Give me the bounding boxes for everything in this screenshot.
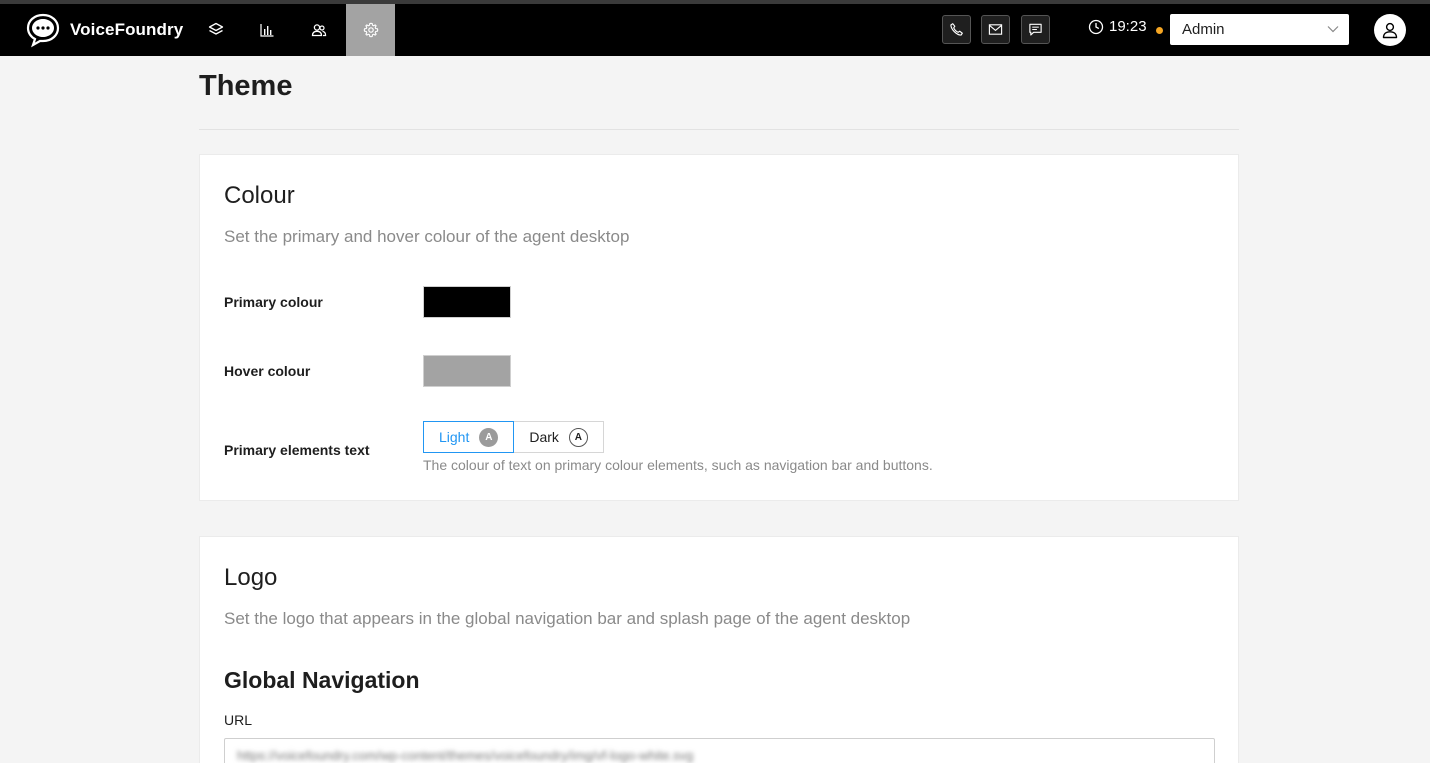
nav-item-settings[interactable]	[346, 4, 395, 56]
text-colour-hint: The colour of text on primary colour ele…	[423, 457, 933, 473]
status-indicator	[1156, 27, 1163, 34]
logo-url-input[interactable]: https://voicefoundry.com/wp-content/them…	[224, 738, 1215, 763]
phone-icon	[950, 23, 963, 36]
app-window: VoiceFoundry 19:23 Admin Theme Colour Se…	[0, 0, 1430, 763]
dark-option-button[interactable]: Dark A	[514, 421, 604, 453]
layers-icon	[208, 22, 223, 35]
nav-item-users[interactable]	[294, 4, 343, 56]
clock-time: 19:23	[1109, 18, 1147, 35]
nav-item-queues[interactable]	[191, 4, 240, 56]
title-divider	[199, 129, 1239, 130]
email-button[interactable]	[981, 15, 1010, 44]
logo-card: Logo Set the logo that appears in the gl…	[199, 536, 1239, 763]
dark-preview-badge: A	[568, 427, 588, 447]
voicefoundry-logo-icon	[26, 13, 60, 48]
colour-card: Colour Set the primary and hover colour …	[199, 154, 1239, 501]
primary-elements-text-label: Primary elements text	[224, 442, 370, 458]
text-colour-toggle: Light A Dark A	[423, 421, 604, 453]
page-title: Theme	[199, 70, 293, 102]
phone-button[interactable]	[942, 15, 971, 44]
dark-option-label: Dark	[529, 429, 559, 445]
chat-icon	[1029, 23, 1042, 36]
clock-icon	[1088, 19, 1104, 34]
logo-card-title: Logo	[224, 564, 278, 591]
primary-colour-swatch[interactable]	[423, 286, 511, 318]
user-avatar-button[interactable]	[1374, 14, 1406, 46]
light-option-label: Light	[439, 429, 470, 445]
brand-name: VoiceFoundry	[70, 20, 184, 39]
primary-colour-label: Primary colour	[224, 294, 323, 310]
colour-card-description: Set the primary and hover colour of the …	[224, 227, 630, 246]
chevron-down-icon	[1327, 26, 1339, 33]
logo-url-value: https://voicefoundry.com/wp-content/them…	[237, 747, 694, 763]
url-label: URL	[224, 712, 253, 728]
global-navigation-bar: VoiceFoundry 19:23 Admin	[0, 4, 1430, 56]
gear-icon	[363, 22, 378, 38]
chat-button[interactable]	[1021, 15, 1050, 44]
logo-card-description: Set the logo that appears in the global …	[224, 609, 911, 628]
user-icon	[1382, 22, 1398, 39]
brand[interactable]: VoiceFoundry	[24, 10, 183, 50]
colour-card-title: Colour	[224, 182, 295, 209]
users-icon	[311, 24, 326, 37]
hover-colour-swatch[interactable]	[423, 355, 511, 387]
nav-item-reports[interactable]	[242, 4, 291, 56]
global-navigation-heading: Global Navigation	[224, 667, 420, 693]
agent-status-select[interactable]: Admin	[1170, 14, 1349, 45]
mail-icon	[988, 24, 1003, 35]
clock: 19:23	[1088, 18, 1147, 35]
agent-status-value: Admin	[1182, 21, 1225, 38]
light-preview-badge: A	[479, 427, 499, 447]
light-option-button[interactable]: Light A	[423, 421, 515, 453]
hover-colour-label: Hover colour	[224, 363, 311, 379]
bar-chart-icon	[259, 24, 273, 37]
